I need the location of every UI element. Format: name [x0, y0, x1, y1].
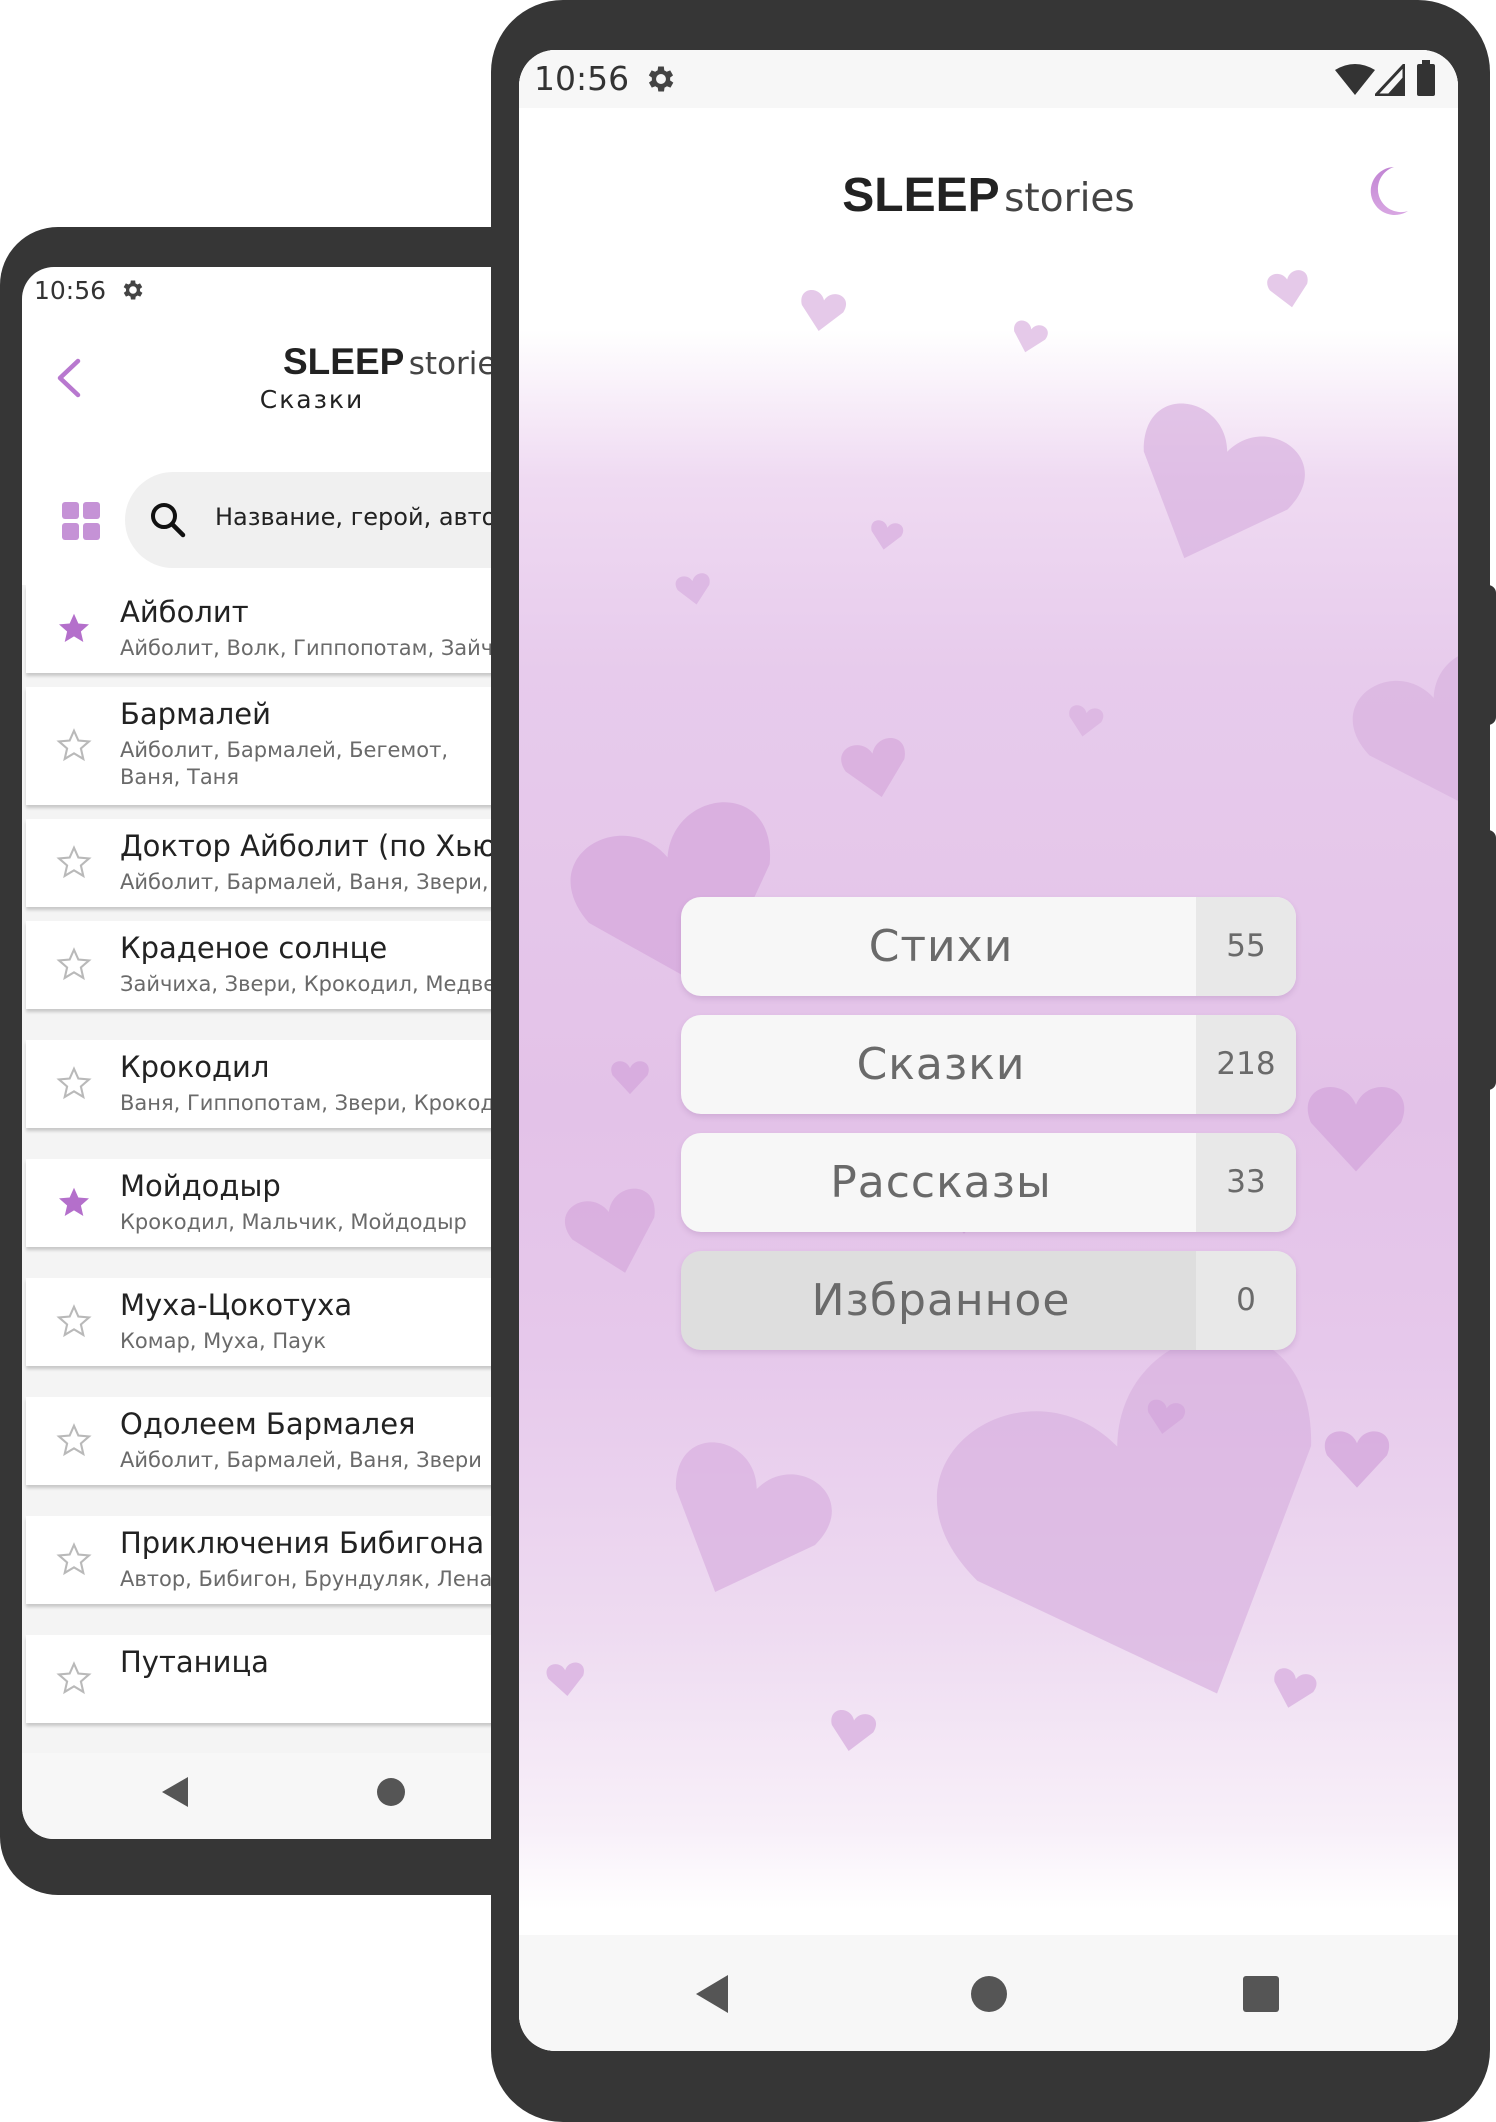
status-time: 10:56	[534, 59, 630, 98]
category-label: Рассказы	[830, 1157, 1052, 1208]
brand-title: SLEEP stories	[519, 168, 1458, 223]
heart-icon	[1307, 1087, 1405, 1172]
page-title: Сказки	[259, 385, 365, 414]
category-button[interactable]: Стихи 55	[681, 897, 1296, 996]
list-item-title: Приключения Бибигона	[120, 1526, 485, 1560]
star-outline-icon[interactable]	[56, 844, 92, 880]
star-outline-icon[interactable]	[56, 1065, 92, 1101]
front-phone-screen: 10:56 SLEEP stories Стихи 55 Сказки 218 Расс…	[519, 50, 1458, 2051]
star-filled-icon[interactable]	[56, 610, 92, 646]
heart-icon	[1267, 1666, 1319, 1714]
heart-icon	[911, 1308, 1397, 1766]
list-item-title: Крокодил	[120, 1050, 270, 1084]
nav-home-icon[interactable]	[970, 1975, 1008, 2013]
list-item-title: Айболит	[120, 595, 249, 629]
star-outline-icon[interactable]	[56, 1660, 92, 1696]
category-button[interactable]: Рассказы 33	[681, 1133, 1296, 1232]
signal-icon	[1375, 64, 1405, 96]
heart-icon	[674, 571, 714, 608]
list-item-title: Одолеем Бармалея	[120, 1407, 416, 1441]
brand-bold: SLEEP	[842, 169, 1000, 222]
heart-icon	[1265, 268, 1313, 311]
nav-bar	[519, 1935, 1458, 2051]
status-bar: 10:56	[22, 267, 560, 313]
star-filled-icon[interactable]	[56, 1184, 92, 1220]
star-outline-icon[interactable]	[56, 1303, 92, 1339]
nav-back-icon[interactable]	[694, 1973, 730, 2015]
nav-recents-icon[interactable]	[1242, 1975, 1280, 2013]
search-input[interactable]: Название, герой, автор	[215, 503, 512, 531]
star-outline-icon[interactable]	[56, 727, 92, 763]
heart-icon	[838, 735, 914, 804]
heart-icon	[1107, 392, 1316, 590]
brand-bold: SLEEP	[283, 341, 405, 382]
heart-icon	[1324, 1431, 1390, 1488]
search-icon	[151, 503, 186, 538]
grid-view-icon[interactable]	[62, 502, 100, 540]
heart-icon	[1008, 318, 1050, 357]
back-phone-screen: 10:56 SLEEP stories Сказки Название, гер…	[22, 267, 560, 1839]
heart-icon	[560, 1184, 670, 1285]
back-arrow-icon[interactable]	[50, 355, 90, 401]
wifi-icon	[1335, 64, 1375, 95]
list-item[interactable]: Муха-Цокотуха Комар, Муха, Паук	[26, 1278, 560, 1366]
star-outline-icon[interactable]	[56, 1422, 92, 1458]
status-bar: 10:56	[519, 50, 1458, 108]
category-button[interactable]: Избранное 0	[681, 1251, 1296, 1350]
star-outline-icon[interactable]	[56, 1541, 92, 1577]
heart-icon	[640, 1431, 843, 1623]
gear-icon	[648, 66, 674, 92]
stories-list: Айболит Айболит, Волк, Гиппопотам, Зайчих…	[22, 585, 560, 1753]
heart-icon	[1342, 638, 1458, 839]
star-outline-icon[interactable]	[56, 946, 92, 982]
list-item[interactable]: Доктор Айболит (по Хью Лофтингу)Айболит,…	[26, 819, 560, 907]
list-item-title: Муха-Цокотуха	[120, 1288, 353, 1322]
category-label: Избранное	[811, 1275, 1071, 1326]
list-item[interactable]: Крокодил Ваня, Гиппопотам, Звери, Крокоди…	[26, 1040, 560, 1128]
category-count: 33	[1196, 1133, 1296, 1232]
list-item-title: Путаница	[120, 1645, 269, 1679]
category-label: Стихи	[868, 921, 1014, 972]
category-count: 218	[1196, 1015, 1296, 1114]
heart-icon	[1065, 703, 1105, 740]
heart-icon	[611, 1061, 649, 1095]
category-label: Сказки	[856, 1039, 1026, 1090]
nav-home-icon[interactable]	[376, 1777, 406, 1807]
nav-bar	[22, 1753, 560, 1839]
list-item[interactable]: Мойдодыр Крокодил, Мальчик, Мойдодыр	[26, 1159, 560, 1247]
list-item[interactable]: Краденое солнце Зайчиха, Звери, Крокодил,…	[26, 921, 560, 1009]
heart-icon	[826, 1708, 878, 1755]
category-button[interactable]: Сказки 218	[681, 1015, 1296, 1114]
status-time: 10:56	[34, 275, 107, 305]
list-item[interactable]: Бармалей Айболит, Бармалей, Бегемот, Ваня…	[26, 687, 560, 805]
power-button	[1488, 830, 1496, 1090]
heart-icon	[545, 1661, 587, 1698]
list-item[interactable]: Одолеем Бармалея Айболит, Бармалей, Ваня,…	[26, 1397, 560, 1485]
list-item[interactable]: Приключения Бибигона Автор, Бибигон, Брун…	[26, 1516, 560, 1604]
list-item-subtitle: Айболит, Бармалей, Бегемот, Ваня, Таня	[120, 738, 449, 789]
brand-light: stories	[1004, 176, 1135, 221]
list-item-title: Краденое солнце	[120, 931, 388, 965]
heart-icon	[796, 288, 848, 335]
list-item-title: Бармалей	[120, 697, 271, 731]
category-count: 0	[1196, 1251, 1296, 1350]
gear-icon	[123, 280, 143, 300]
heart-icon	[867, 519, 905, 553]
nav-back-icon[interactable]	[160, 1775, 190, 1809]
category-count: 55	[1196, 897, 1296, 996]
list-item[interactable]: Айболит Айболит, Волк, Гиппопотам, Зайчих…	[26, 585, 560, 673]
list-item-title: Мойдодыр	[120, 1169, 281, 1203]
brand-title: SLEEP stories	[283, 341, 513, 383]
volume-button	[1488, 585, 1496, 725]
battery-icon	[1417, 60, 1435, 96]
list-item[interactable]: Путаница	[26, 1635, 560, 1723]
moon-icon[interactable]	[1364, 165, 1410, 217]
